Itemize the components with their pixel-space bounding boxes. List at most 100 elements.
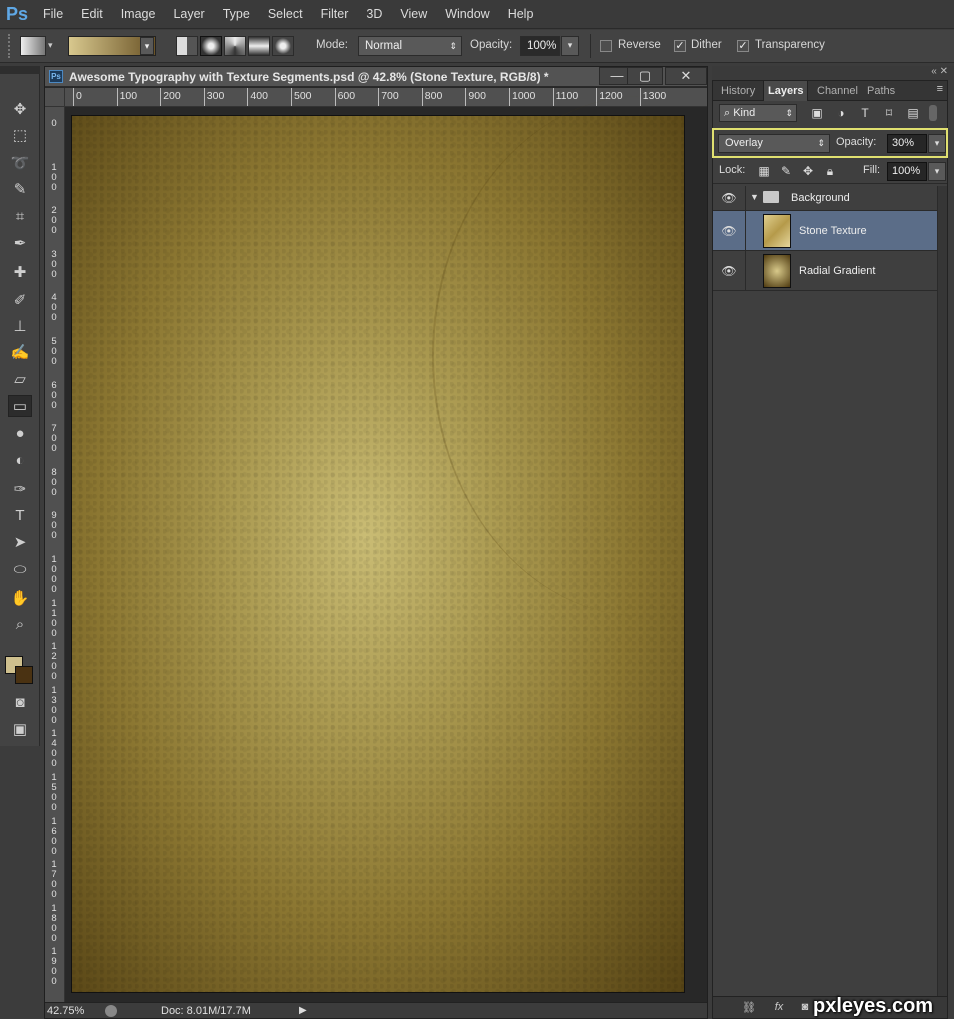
fill-label: Fill:: [863, 164, 881, 176]
healing-brush-tool-icon[interactable]: ✚: [8, 261, 32, 283]
move-tool-icon[interactable]: ✥: [8, 98, 32, 120]
menu-layer[interactable]: Layer: [164, 0, 213, 29]
ruler-tick-label: 1 2 0 0: [51, 641, 57, 683]
radial-gradient-button[interactable]: [200, 36, 222, 56]
angle-gradient-button[interactable]: [224, 36, 246, 56]
opacity-dropdown-arrow[interactable]: ▾: [561, 36, 579, 56]
lock-position-icon[interactable]: ✥: [801, 164, 815, 178]
layers-scrollbar[interactable]: [937, 186, 947, 996]
reflected-gradient-button[interactable]: [248, 36, 270, 56]
lock-transparent-icon[interactable]: ▦: [757, 164, 771, 178]
ruler-tick-label: 6 0 0: [51, 379, 57, 411]
mode-dropdown[interactable]: Normal ⇕: [358, 36, 462, 56]
filter-type-icon[interactable]: T: [857, 105, 873, 121]
pen-tool-icon[interactable]: ✑: [8, 478, 32, 500]
layer-group-row[interactable]: 👁︎ ▼ Background: [713, 186, 937, 211]
lock-image-icon[interactable]: ✎: [779, 164, 793, 178]
filter-toggle-switch[interactable]: [929, 105, 937, 121]
opacity-input[interactable]: 100%: [520, 36, 560, 56]
filter-pixel-icon[interactable]: ▣: [809, 105, 825, 121]
dodge-tool-icon[interactable]: ◐: [8, 449, 32, 471]
ruler-tick-label: 1 9 0 0: [51, 946, 57, 988]
clone-stamp-tool-icon[interactable]: ⊥: [8, 315, 32, 337]
zoom-level[interactable]: 42.75%: [47, 1003, 84, 1019]
visibility-eye-icon[interactable]: 👁︎: [721, 265, 737, 277]
gradient-tool-icon[interactable]: ▭: [8, 395, 32, 417]
tab-layers[interactable]: Layers: [763, 81, 809, 101]
ruler-origin[interactable]: [45, 88, 65, 107]
gradient-dropdown-icon[interactable]: ▾: [140, 37, 154, 55]
zoom-tool-icon[interactable]: ⌕: [8, 613, 32, 635]
toolbox-header[interactable]: [0, 66, 40, 74]
lock-all-icon[interactable]: 🔒︎: [823, 164, 837, 178]
tab-paths[interactable]: Paths: [863, 81, 899, 101]
layer-row[interactable]: 👁︎ Radial Gradient: [713, 251, 937, 291]
add-mask-icon[interactable]: ◙: [797, 1001, 813, 1015]
quick-mask-icon[interactable]: ◙: [8, 691, 32, 713]
marquee-tool-icon[interactable]: ⬚: [8, 124, 32, 146]
crop-tool-icon[interactable]: ⌗: [8, 205, 32, 227]
reverse-checkbox[interactable]: [600, 40, 612, 52]
visibility-eye-icon[interactable]: 👁︎: [721, 192, 737, 204]
link-layers-icon[interactable]: ⛓: [741, 1001, 757, 1015]
divider: [590, 34, 591, 58]
hand-tool-icon[interactable]: ✋: [8, 587, 32, 609]
close-button[interactable]: ✕: [665, 67, 707, 85]
opacity-label: Opacity:: [470, 39, 513, 51]
ruler-tick: [116, 88, 118, 106]
eraser-tool-icon[interactable]: ▱: [8, 368, 32, 390]
menu-edit[interactable]: Edit: [72, 0, 112, 29]
quick-select-tool-icon[interactable]: ✎: [8, 178, 32, 200]
brush-tool-icon[interactable]: ✐: [8, 289, 32, 311]
dither-checkbox[interactable]: ✓: [674, 40, 686, 52]
menu-help[interactable]: Help: [499, 0, 543, 29]
layer-style-fx-icon[interactable]: fx: [771, 1001, 787, 1015]
eyedropper-tool-icon[interactable]: ✒: [8, 232, 32, 254]
panel-menu-icon[interactable]: ≡: [937, 83, 943, 95]
diamond-gradient-button[interactable]: [272, 36, 294, 56]
layer-opacity-input[interactable]: 30%: [887, 134, 927, 153]
linear-gradient-button[interactable]: [176, 36, 198, 56]
visibility-eye-icon[interactable]: 👁︎: [721, 225, 737, 237]
menu-filter[interactable]: Filter: [312, 0, 358, 29]
fill-input[interactable]: 100%: [887, 162, 927, 181]
menu-type[interactable]: Type: [214, 0, 259, 29]
options-grip[interactable]: [8, 34, 14, 58]
status-menu-arrow-icon[interactable]: ▶: [299, 1005, 307, 1016]
status-info-icon[interactable]: [105, 1005, 117, 1017]
type-tool-icon[interactable]: T: [8, 504, 32, 526]
layer-thumbnail: [763, 254, 791, 288]
menu-view[interactable]: View: [391, 0, 436, 29]
screen-mode-icon[interactable]: ▣: [8, 718, 32, 740]
blend-mode-dropdown[interactable]: Overlay ⇕: [718, 134, 830, 153]
tab-channels[interactable]: Channel: [813, 81, 862, 101]
menu-select[interactable]: Select: [259, 0, 312, 29]
blur-tool-icon[interactable]: ●: [8, 422, 32, 444]
document-title-bar[interactable]: Ps Awesome Typography with Texture Segme…: [45, 67, 707, 87]
transparency-checkbox[interactable]: ✓: [737, 40, 749, 52]
fill-arrow[interactable]: ▾: [928, 162, 946, 181]
menu-file[interactable]: File: [34, 0, 72, 29]
filter-shape-icon[interactable]: ⌑: [881, 105, 897, 121]
tool-preset-picker[interactable]: [20, 36, 46, 56]
menu-3d[interactable]: 3D: [357, 0, 391, 29]
chevron-down-icon[interactable]: ▾: [48, 40, 53, 51]
background-color-swatch[interactable]: [15, 666, 33, 684]
vertical-ruler[interactable]: 0 1 0 0 2 0 0 3 0 0 4 0 0 5 0 0 6 0 0 7 0 0 8 0 …: [45, 107, 65, 1002]
expand-triangle-icon[interactable]: ▼: [750, 192, 759, 202]
path-selection-tool-icon[interactable]: ➤: [8, 531, 32, 553]
tab-history[interactable]: History: [717, 81, 759, 101]
filter-smart-object-icon[interactable]: ▤: [905, 105, 921, 121]
ellipse-tool-icon[interactable]: ⬭: [8, 558, 32, 580]
layer-row-selected[interactable]: 👁︎ Stone Texture: [713, 211, 937, 251]
canvas-stone-texture[interactable]: [71, 96, 685, 993]
menu-window[interactable]: Window: [436, 0, 498, 29]
layer-opacity-arrow[interactable]: ▾: [928, 134, 946, 153]
collapse-panels-icon[interactable]: « ✕: [931, 66, 948, 77]
history-brush-tool-icon[interactable]: ✍: [8, 341, 32, 363]
filter-adjustment-icon[interactable]: ◑: [833, 105, 849, 121]
filter-kind-dropdown[interactable]: ⌕ Kind ⇕: [719, 104, 797, 122]
maximize-button[interactable]: ▢: [627, 67, 663, 85]
lasso-tool-icon[interactable]: ➰: [8, 152, 32, 174]
menu-image[interactable]: Image: [112, 0, 165, 29]
